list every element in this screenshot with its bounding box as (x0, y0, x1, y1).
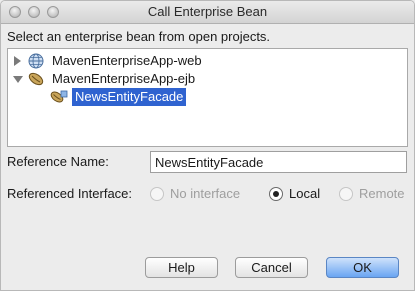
project-tree[interactable]: MavenEnterpriseApp-web MavenEnterpriseAp… (7, 48, 408, 147)
local-radio-label: Local (289, 186, 321, 201)
ok-button[interactable]: OK (326, 257, 399, 278)
help-button[interactable]: Help (145, 257, 218, 278)
instruction-text: Select an enterprise bean from open proj… (7, 29, 271, 44)
local-radio[interactable] (269, 187, 283, 201)
no-interface-radio-label: No interface (170, 186, 241, 201)
remote-radio-label: Remote (359, 186, 405, 201)
window-title: Call Enterprise Bean (147, 4, 268, 19)
no-interface-radio[interactable] (150, 187, 164, 201)
title-bar: Call Enterprise Bean (1, 1, 414, 24)
tree-item-label: NewsEntityFacade (72, 88, 187, 106)
tree-item-ejb-project[interactable]: MavenEnterpriseApp-ejb (8, 70, 407, 88)
tree-item-news-entity-facade[interactable]: NewsEntityFacade (8, 88, 407, 106)
reference-name-label: Reference Name: (7, 154, 109, 169)
dialog-window: Call Enterprise Bean Select an enterpris… (0, 0, 415, 291)
tree-item-label: MavenEnterpriseApp-ejb (52, 71, 196, 86)
cancel-button[interactable]: Cancel (235, 257, 308, 278)
tree-item-web-project[interactable]: MavenEnterpriseApp-web (8, 52, 407, 70)
chevron-right-icon[interactable] (14, 56, 21, 66)
remote-radio[interactable] (339, 187, 353, 201)
enterprise-bean-icon (50, 89, 68, 110)
reference-name-input[interactable] (150, 151, 407, 173)
chevron-down-icon[interactable] (13, 76, 23, 83)
referenced-interface-label: Referenced Interface: (7, 186, 133, 201)
tree-item-label: MavenEnterpriseApp-web (52, 53, 202, 68)
